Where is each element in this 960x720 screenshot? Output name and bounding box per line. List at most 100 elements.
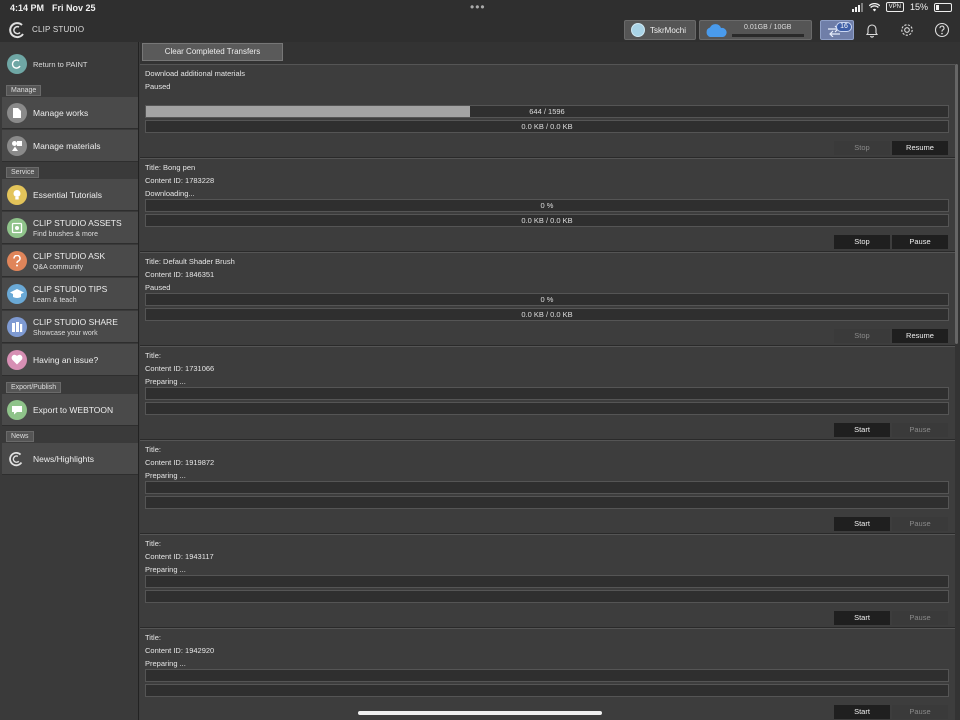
document-icon bbox=[7, 102, 27, 123]
sidebar-item-share[interactable]: CLIP STUDIO SHARE Showcase your work bbox=[2, 311, 138, 343]
transfer-size-bar: 0.0 KB / 0.0 KB bbox=[145, 120, 949, 133]
status-bar: 4:14 PM Fri Nov 25 ••• VPN 15% bbox=[0, 0, 960, 18]
question-icon bbox=[7, 250, 27, 271]
transfer-progress-bar bbox=[145, 481, 949, 494]
transfer-state: Preparing ... bbox=[145, 377, 186, 386]
transfer-card: Title: Bong pen Content ID: 1783228 Down… bbox=[140, 158, 955, 252]
transfer-progress-bar: 0 % bbox=[145, 199, 949, 212]
transfer-title: Download additional materials bbox=[145, 69, 246, 78]
wifi-icon bbox=[868, 2, 880, 11]
transfer-stop-button[interactable]: Stop bbox=[834, 235, 890, 249]
transfer-progress-bar bbox=[145, 575, 949, 588]
transfer-card: Title: Content ID: 1942920 Preparing ...… bbox=[140, 628, 955, 720]
cloud-storage-button[interactable]: 0.01GB / 10GB bbox=[699, 20, 812, 40]
sidebar-item-tips[interactable]: CLIP STUDIO TIPS Learn & teach bbox=[2, 278, 138, 310]
sidebar-item-tutorials[interactable]: Essential Tutorials bbox=[2, 179, 138, 211]
status-date: Fri Nov 25 bbox=[52, 3, 96, 13]
storage-usage-bar bbox=[732, 34, 804, 37]
transfer-list-button[interactable]: 16 bbox=[820, 20, 854, 40]
top-bar: CLIP STUDIO TskrMochi 0.01GB / 10GB 16 bbox=[0, 18, 960, 42]
signal-icon bbox=[851, 2, 863, 12]
transfer-state: Downloading... bbox=[145, 189, 195, 198]
multitask-dots-icon[interactable]: ••• bbox=[470, 0, 486, 14]
manage-materials-label: Manage materials bbox=[33, 140, 101, 151]
transfer-progress-text: 0 % bbox=[540, 201, 554, 210]
sidebar-item-issue[interactable]: Having an issue? bbox=[2, 344, 138, 376]
cloud-icon bbox=[706, 24, 727, 37]
transfer-card: Title: Content ID: 1731066 Preparing ...… bbox=[140, 346, 955, 440]
return-to-paint-button[interactable]: Return to PAINT bbox=[2, 50, 138, 78]
transfer-resume-button[interactable]: Resume bbox=[892, 329, 948, 343]
transfer-status: Content ID: 1783228 bbox=[145, 176, 215, 185]
transfer-state: Preparing ... bbox=[145, 471, 186, 480]
sidebar-item-manage-works[interactable]: Manage works bbox=[2, 97, 138, 129]
sidebar-item-ask[interactable]: CLIP STUDIO ASK Q&A community bbox=[2, 245, 138, 277]
clear-completed-button[interactable]: Clear Completed Transfers bbox=[142, 43, 283, 61]
sidebar: Return to PAINT Manage Manage works Mana… bbox=[0, 42, 139, 720]
transfer-progress-bar bbox=[145, 669, 949, 682]
transfer-start-button[interactable]: Start bbox=[834, 517, 890, 531]
transfer-start-button[interactable]: Start bbox=[834, 423, 890, 437]
transfer-pause-button[interactable]: Pause bbox=[892, 517, 948, 531]
user-name: TskrMochi bbox=[650, 25, 687, 35]
transfer-pause-button[interactable]: Pause bbox=[892, 705, 948, 719]
assets-icon bbox=[7, 217, 27, 238]
transfer-pause-button[interactable]: Pause bbox=[892, 423, 948, 437]
bell-icon[interactable] bbox=[864, 22, 880, 38]
transfer-size-text: 0.0 KB / 0.0 KB bbox=[521, 216, 573, 225]
webtoon-label: Export to WEBTOON bbox=[33, 404, 114, 415]
section-news: News bbox=[6, 431, 34, 442]
scrollbar[interactable] bbox=[955, 64, 958, 344]
section-manage: Manage bbox=[6, 85, 42, 96]
ask-subtitle: Q&A community bbox=[33, 263, 84, 271]
transfer-size-bar bbox=[145, 496, 949, 509]
tips-subtitle: Learn & teach bbox=[33, 296, 77, 304]
transfer-list: Download additional materials Paused 644… bbox=[140, 64, 956, 720]
news-logo-icon bbox=[7, 449, 27, 469]
home-indicator[interactable] bbox=[358, 711, 602, 715]
share-subtitle: Showcase your work bbox=[33, 329, 98, 337]
lightbulb-icon bbox=[7, 184, 27, 205]
gear-icon[interactable] bbox=[899, 22, 915, 38]
user-account-button[interactable]: TskrMochi bbox=[624, 20, 696, 40]
transfer-stop-button[interactable]: Stop bbox=[834, 141, 890, 155]
transfer-card: Title: Content ID: 1943117 Preparing ...… bbox=[140, 534, 955, 628]
transfers-pane: Clear Completed Transfers Download addit… bbox=[140, 42, 960, 720]
transfer-size-text: 0.0 KB / 0.0 KB bbox=[521, 310, 573, 319]
section-export: Export/Publish bbox=[6, 382, 62, 393]
sidebar-item-webtoon[interactable]: Export to WEBTOON bbox=[2, 394, 138, 426]
transfer-pause-button[interactable]: Pause bbox=[892, 611, 948, 625]
clip-studio-logo-icon bbox=[9, 22, 24, 39]
transfer-pause-button[interactable]: Pause bbox=[892, 235, 948, 249]
transfer-card: Title: Content ID: 1919872 Preparing ...… bbox=[140, 440, 955, 534]
transfer-size-bar bbox=[145, 590, 949, 603]
news-label: News/Highlights bbox=[33, 453, 94, 464]
storage-usage-text: 0.01GB / 10GB bbox=[744, 24, 792, 31]
books-icon bbox=[7, 316, 27, 337]
share-title: CLIP STUDIO SHARE bbox=[33, 316, 118, 327]
transfer-title: Title: bbox=[145, 351, 161, 360]
transfer-title: Title: bbox=[145, 633, 161, 642]
transfer-title: Title: bbox=[145, 445, 161, 454]
transfer-status: Paused bbox=[145, 82, 171, 91]
sidebar-item-assets[interactable]: CLIP STUDIO ASSETS Find brushes & more bbox=[2, 212, 138, 244]
transfer-size-text: 0.0 KB / 0.0 KB bbox=[521, 122, 573, 131]
transfer-status: Content ID: 1846351 bbox=[145, 270, 215, 279]
transfer-state: Paused bbox=[145, 283, 171, 292]
transfer-size-bar bbox=[145, 684, 949, 697]
help-icon[interactable] bbox=[934, 22, 950, 38]
transfer-start-button[interactable]: Start bbox=[834, 705, 890, 719]
transfer-stop-button[interactable]: Stop bbox=[834, 329, 890, 343]
avatar bbox=[631, 23, 645, 37]
issue-label: Having an issue? bbox=[33, 354, 99, 365]
assets-subtitle: Find brushes & more bbox=[33, 230, 98, 238]
battery-percent: 15% bbox=[909, 2, 928, 12]
transfer-start-button[interactable]: Start bbox=[834, 611, 890, 625]
sidebar-item-manage-materials[interactable]: Manage materials bbox=[2, 130, 138, 162]
app-window: 4:14 PM Fri Nov 25 ••• VPN 15% CLIP STUD… bbox=[0, 0, 960, 720]
sidebar-item-news[interactable]: News/Highlights bbox=[2, 443, 138, 475]
transfer-state: Preparing ... bbox=[145, 565, 186, 574]
transfer-size-bar bbox=[145, 402, 949, 415]
transfer-state: Preparing ... bbox=[145, 659, 186, 668]
transfer-resume-button[interactable]: Resume bbox=[892, 141, 948, 155]
